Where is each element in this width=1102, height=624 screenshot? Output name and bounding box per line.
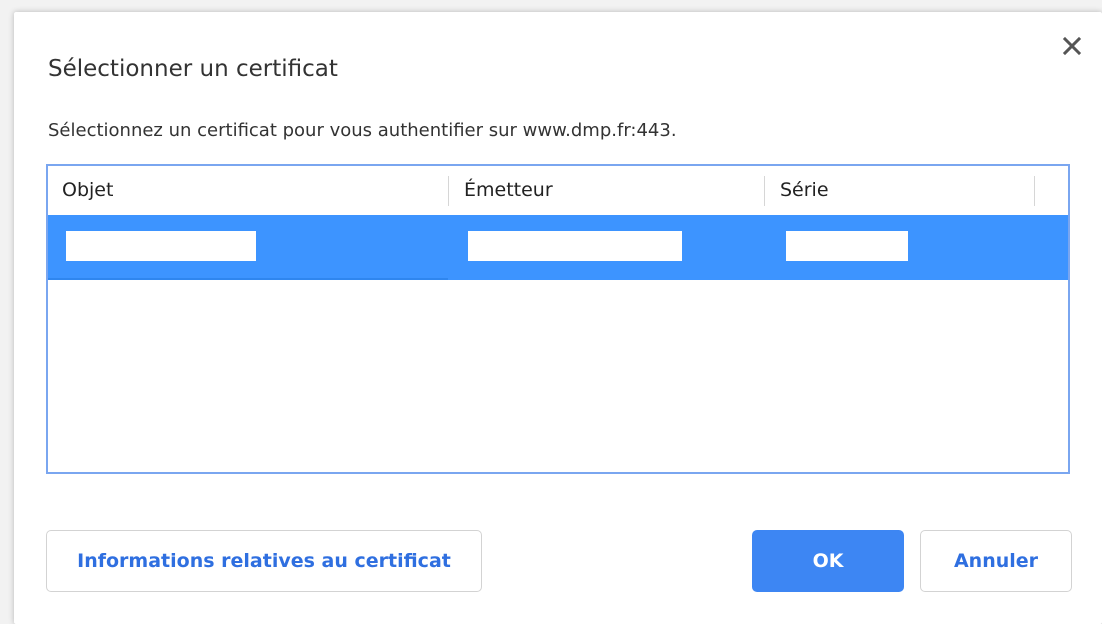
column-header-serie[interactable]: Série [766,166,1034,214]
column-divider[interactable] [448,176,449,206]
table-row[interactable] [48,215,1068,280]
dialog-subtitle: Sélectionnez un certificat pour vous aut… [48,120,677,141]
column-header-objet[interactable]: Objet [48,166,448,214]
column-divider[interactable] [1034,176,1035,206]
column-header-emetteur[interactable]: Émetteur [450,166,764,214]
certificate-dialog: Sélectionner un certificat Sélectionnez … [14,12,1102,624]
dialog-title: Sélectionner un certificat [48,56,338,82]
table-header: Objet Émetteur Série [48,166,1068,214]
certificate-table: Objet Émetteur Série [46,164,1070,474]
close-button[interactable] [1058,32,1086,60]
page-backdrop [0,0,1102,12]
close-icon [1062,36,1082,56]
cell-objet-redacted [66,231,256,261]
certificate-info-button[interactable]: Informations relatives au certificat [46,530,482,592]
cell-emetteur-redacted [468,231,682,261]
column-divider[interactable] [764,176,765,206]
row-focus-edge [48,278,448,280]
ok-button[interactable]: OK [752,530,904,592]
cell-serie-redacted [786,231,908,261]
cancel-button[interactable]: Annuler [920,530,1072,592]
page-backdrop-edge [0,0,14,624]
